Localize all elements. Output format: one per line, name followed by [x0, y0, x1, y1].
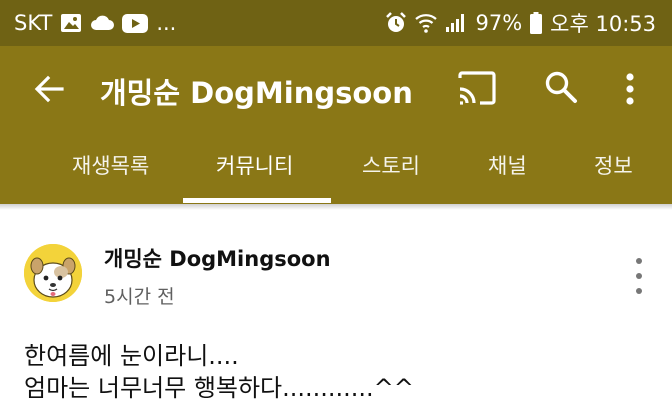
carrier-label: SKT	[14, 11, 53, 35]
cast-icon[interactable]	[456, 70, 498, 108]
status-bar: SKT ... 97% 오후 10:53	[0, 0, 672, 46]
app-bar: 개밍순 DogMingsoon	[0, 46, 672, 130]
post-more-icon[interactable]	[628, 258, 650, 294]
post-channel-name[interactable]: 개밍순 DogMingsoon	[104, 243, 331, 273]
more-vert-icon[interactable]	[616, 70, 644, 108]
post-body: 한여름에 눈이라니.... 엄마는 너무너무 행복하다............^…	[24, 340, 414, 404]
tab-channels[interactable]: 채널	[488, 150, 527, 180]
avatar[interactable]	[24, 244, 82, 302]
tab-community[interactable]: 커뮤니티	[216, 150, 293, 180]
battery-icon	[530, 12, 543, 34]
tab-playlists[interactable]: 재생목록	[72, 150, 149, 180]
page-title: 개밍순 DogMingsoon	[100, 76, 413, 110]
active-tab-indicator	[183, 198, 331, 203]
post-text-line: 엄마는 너무너무 행복하다............^^	[24, 374, 414, 402]
image-icon	[60, 13, 82, 33]
cloud-icon	[90, 14, 115, 32]
wifi-icon	[415, 13, 438, 33]
clock: 오후 10:53	[550, 12, 656, 36]
status-bar-left: SKT ...	[14, 11, 176, 35]
back-arrow-icon[interactable]	[32, 72, 66, 106]
signal-icon	[445, 13, 467, 33]
post-timestamp: 5시간 전	[104, 286, 175, 308]
status-ellipsis: ...	[156, 11, 177, 35]
post-text-line: 한여름에 눈이라니....	[24, 342, 239, 370]
tab-bar: 재생목록 커뮤니티 스토리 채널 정보	[0, 130, 672, 204]
alarm-icon	[385, 12, 407, 34]
status-bar-right: 97% 오후 10:53	[385, 8, 656, 38]
community-post: 개밍순 DogMingsoon 5시간 전 한여름에 눈이라니.... 엄마는 …	[0, 210, 672, 415]
youtube-icon	[122, 13, 149, 33]
battery-percent: 97%	[475, 11, 523, 35]
search-icon[interactable]	[544, 70, 582, 108]
tab-stories[interactable]: 스토리	[362, 150, 420, 180]
tab-about[interactable]: 정보	[594, 150, 633, 180]
